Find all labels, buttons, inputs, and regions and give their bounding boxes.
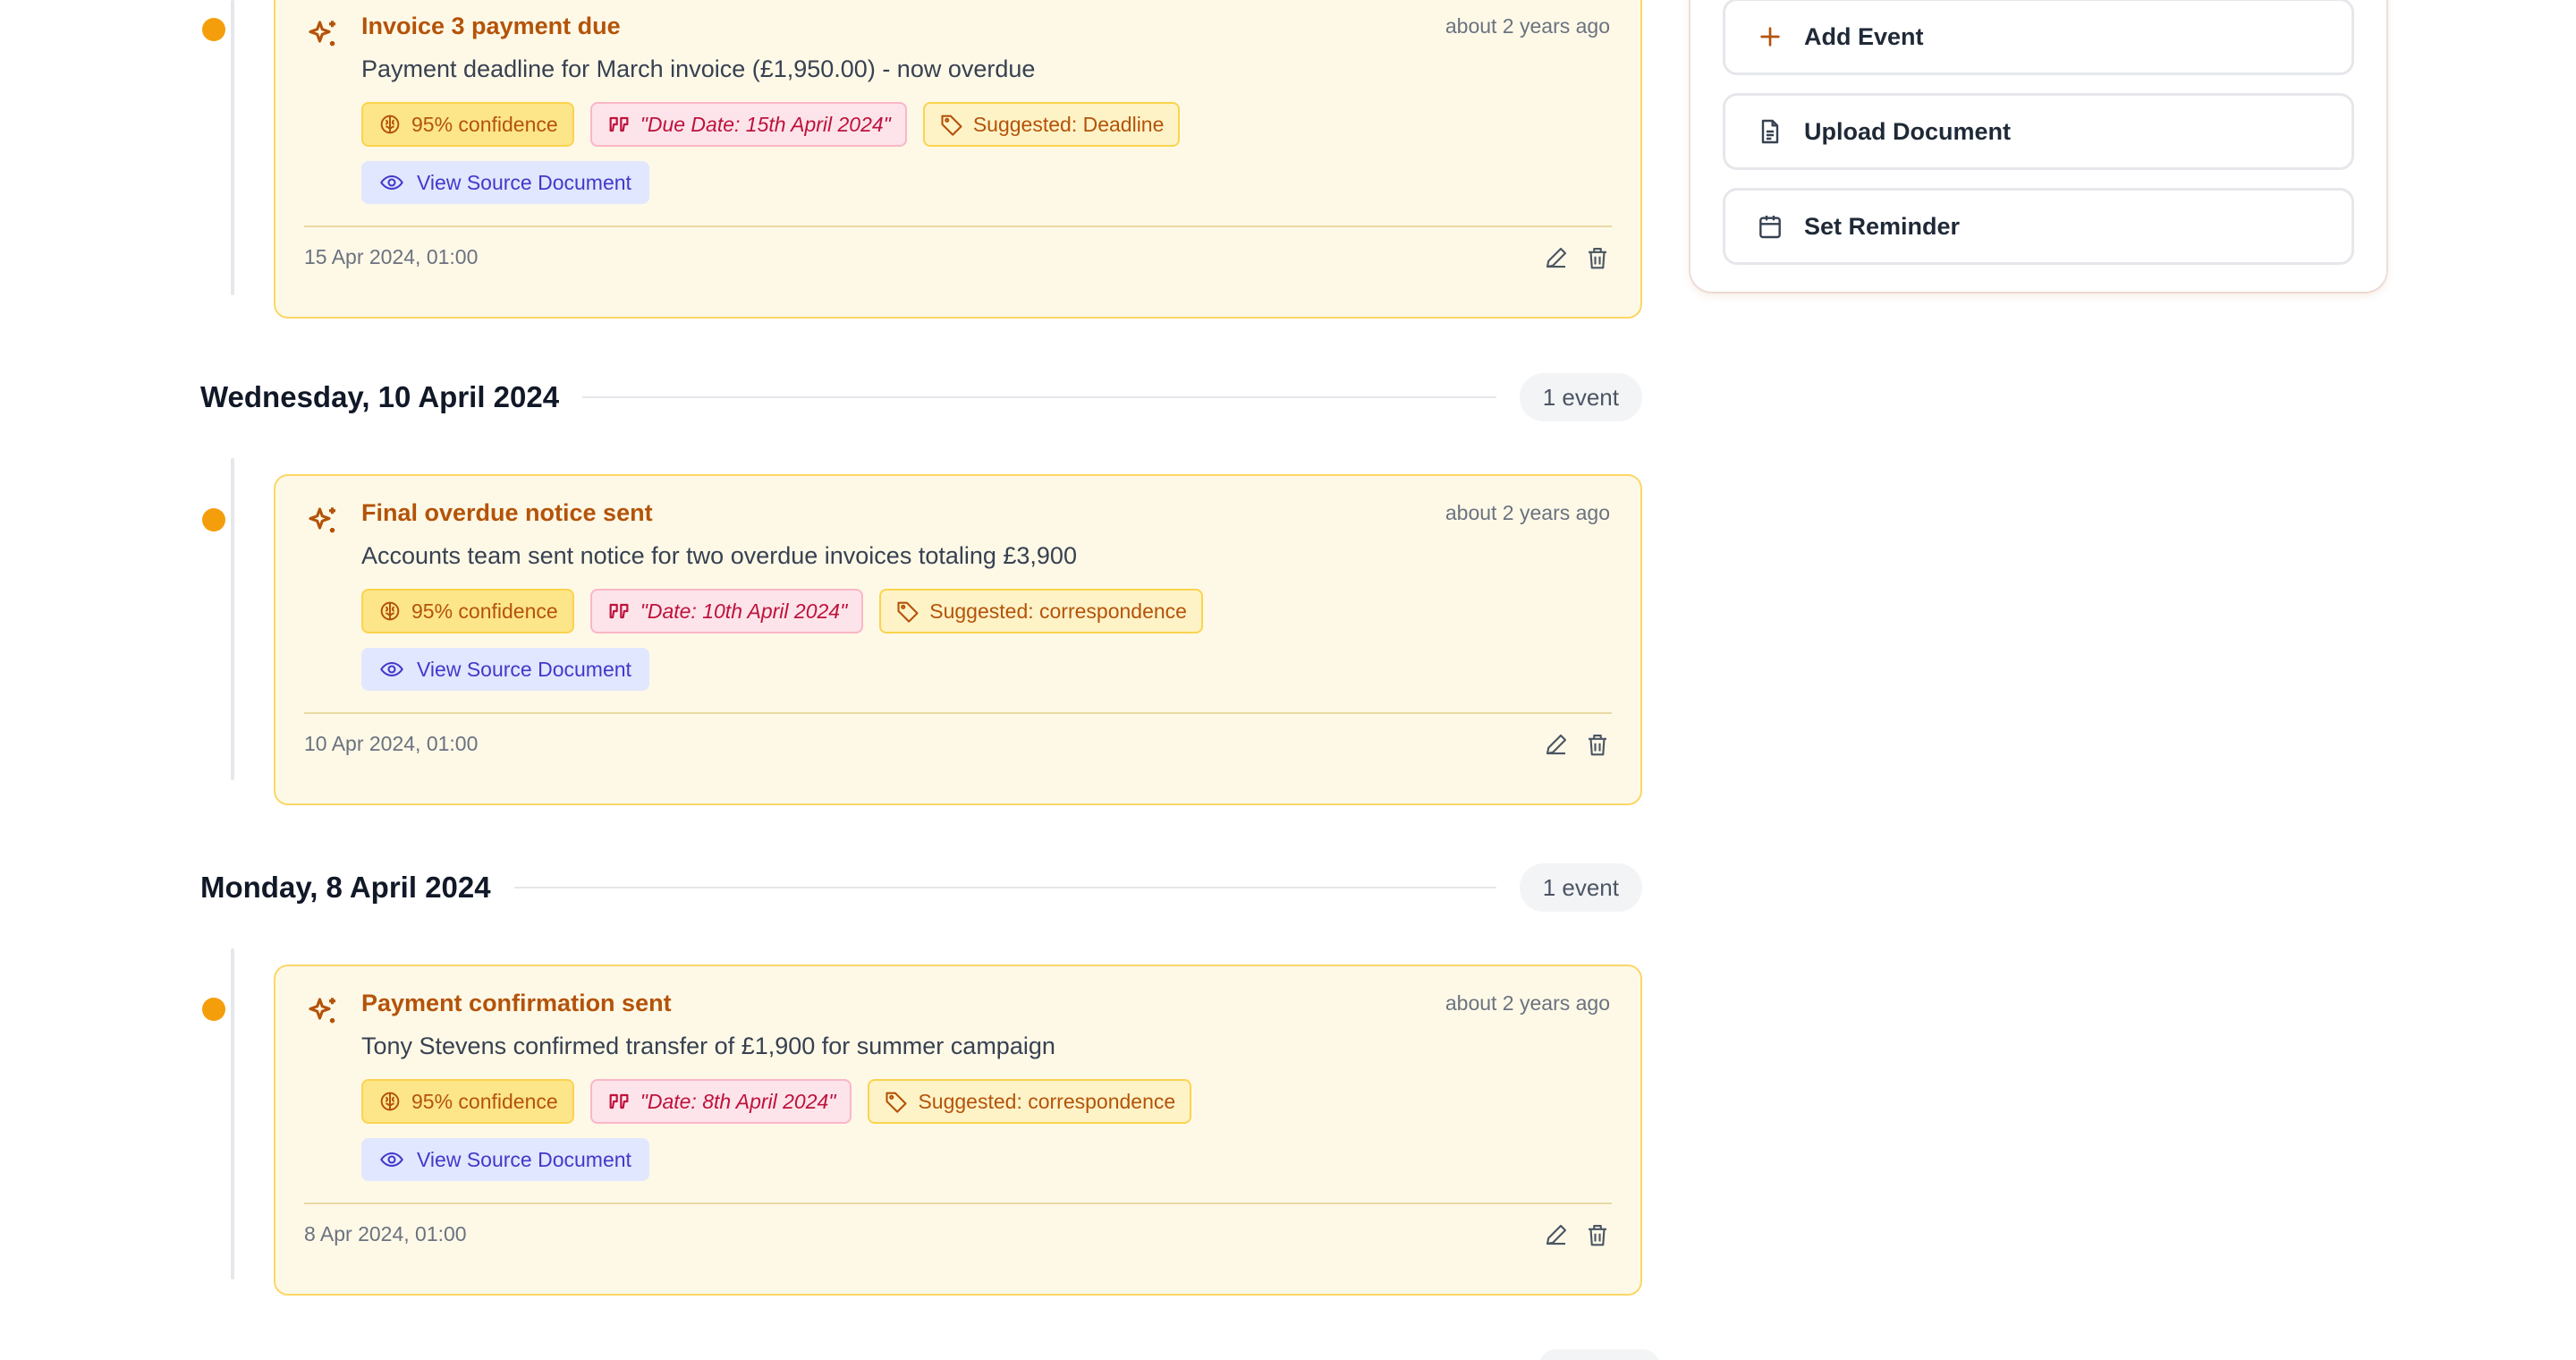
- eye-icon: [380, 1152, 403, 1168]
- confidence-badge: 95% confidence: [361, 102, 574, 147]
- eye-icon: [380, 661, 403, 677]
- event-relative-time: about 2 years ago: [1445, 14, 1610, 38]
- card-actions: [1542, 1220, 1612, 1249]
- sparkles-icon: [309, 998, 335, 1024]
- date-group-title: Wednesday, 10 April 2024: [200, 380, 560, 413]
- tag-icon: [941, 115, 962, 136]
- view-source-label: View Source Document: [417, 170, 631, 194]
- event-card: Payment confirmation sent about 2 years …: [274, 965, 1642, 1296]
- eye-icon: [380, 174, 403, 191]
- trash-icon[interactable]: [1583, 243, 1612, 272]
- confidence-badge: 95% confidence: [361, 589, 574, 633]
- brain-icon: [380, 601, 400, 621]
- document-icon: [1761, 119, 1779, 144]
- suggested-tag-badge[interactable]: Suggested: correspondence: [868, 1079, 1192, 1124]
- quote-icon: [609, 116, 629, 132]
- add-event-label: Add Event: [1804, 22, 1924, 50]
- event-title: Invoice 3 payment due: [361, 13, 621, 39]
- event-title: Payment confirmation sent: [361, 990, 672, 1016]
- card-divider: [304, 712, 1612, 714]
- event-card: Final overdue notice sent about 2 years …: [274, 474, 1642, 805]
- event-count-badge: 1 event: [1519, 863, 1642, 912]
- event-relative-time: about 2 years ago: [1445, 991, 1610, 1015]
- suggested-tag-text: Suggested: correspondence: [929, 599, 1187, 623]
- event-timestamp: 10 Apr 2024, 01:00: [304, 732, 479, 755]
- edit-icon[interactable]: [1542, 730, 1571, 759]
- sparkles-icon: [309, 507, 335, 533]
- event-description: Accounts team sent notice for two overdu…: [361, 542, 1077, 569]
- suggested-tag-text: Suggested: Deadline: [972, 112, 1165, 136]
- source-quote-badge: "Due Date: 15th April 2024": [589, 102, 907, 147]
- date-divider: [513, 887, 1496, 888]
- calendar-icon: [1759, 216, 1781, 239]
- timeline-line: [231, 458, 234, 780]
- suggested-tag-badge[interactable]: Suggested: correspondence: [879, 589, 1203, 633]
- date-group-header: Monday, 8 April 2024 1 event: [200, 859, 1642, 916]
- quote-text: "Date: 8th April 2024": [640, 1089, 836, 1113]
- source-quote-badge: "Date: 10th April 2024": [589, 589, 864, 633]
- view-source-document-button[interactable]: View Source Document: [361, 161, 649, 204]
- confidence-text: 95% confidence: [411, 599, 558, 623]
- edit-icon[interactable]: [1542, 1220, 1571, 1249]
- event-tags: 95% confidence "Date: 10th April 2024" S…: [361, 589, 1203, 633]
- event-count-badge: 1 event: [1519, 373, 1642, 421]
- view-source-document-button[interactable]: View Source Document: [361, 1138, 649, 1181]
- upload-document-label: Upload Document: [1804, 117, 2012, 145]
- quote-icon: [609, 603, 629, 619]
- timeline-line: [231, 0, 234, 295]
- view-source-label: View Source Document: [417, 657, 631, 681]
- date-group-header: Wednesday, 10 April 2024 1 event: [200, 369, 1642, 426]
- tag-icon: [886, 1092, 908, 1113]
- date-group-title: Monday, 8 April 2024: [200, 871, 491, 904]
- confidence-text: 95% confidence: [411, 1089, 558, 1113]
- upload-document-button[interactable]: Upload Document: [1723, 93, 2354, 170]
- date-divider: [582, 396, 1496, 398]
- event-description: Tony Stevens confirmed transfer of £1,90…: [361, 1033, 1055, 1059]
- event-description: Payment deadline for March invoice (£1,9…: [361, 55, 1036, 82]
- source-quote-badge: "Date: 8th April 2024": [589, 1079, 852, 1124]
- edit-icon[interactable]: [1542, 243, 1571, 272]
- quote-text: "Date: 10th April 2024": [640, 599, 848, 623]
- add-event-button[interactable]: Add Event: [1723, 0, 2354, 75]
- suggested-tag-text: Suggested: correspondence: [918, 1089, 1176, 1113]
- brain-icon: [380, 1092, 400, 1111]
- suggested-tag-badge[interactable]: Suggested: Deadline: [922, 102, 1181, 147]
- event-tags: 95% confidence "Date: 8th April 2024" Su…: [361, 1079, 1192, 1124]
- quote-text: "Due Date: 15th April 2024": [640, 112, 891, 136]
- set-reminder-button[interactable]: Set Reminder: [1723, 188, 2354, 265]
- trash-icon[interactable]: [1583, 730, 1612, 759]
- event-relative-time: about 2 years ago: [1445, 501, 1610, 524]
- trash-icon[interactable]: [1583, 1220, 1612, 1249]
- quote-icon: [609, 1093, 629, 1109]
- card-actions: [1542, 730, 1612, 759]
- sparkles-icon: [309, 21, 335, 47]
- timeline-dot: [202, 508, 225, 531]
- event-timestamp: 8 Apr 2024, 01:00: [304, 1222, 467, 1245]
- tag-icon: [897, 601, 919, 623]
- event-title: Final overdue notice sent: [361, 499, 653, 526]
- confidence-text: 95% confidence: [411, 112, 558, 136]
- next-group-badge: [1538, 1349, 1660, 1360]
- view-source-document-button[interactable]: View Source Document: [361, 648, 649, 691]
- set-reminder-label: Set Reminder: [1804, 212, 1961, 240]
- event-timestamp: 15 Apr 2024, 01:00: [304, 245, 479, 268]
- plus-icon: [1760, 27, 1780, 47]
- timeline-dot: [202, 998, 225, 1021]
- card-actions: [1542, 243, 1612, 272]
- quick-actions-panel: Add Event Upload Document Set Reminder: [1690, 0, 2386, 292]
- event-card: Invoice 3 payment due about 2 years ago …: [274, 0, 1642, 319]
- timeline-dot: [202, 18, 225, 41]
- confidence-badge: 95% confidence: [361, 1079, 574, 1124]
- event-tags: 95% confidence "Due Date: 15th April 202…: [361, 102, 1181, 147]
- view-source-label: View Source Document: [417, 1147, 631, 1171]
- card-divider: [304, 225, 1612, 227]
- card-divider: [304, 1203, 1612, 1204]
- timeline-line: [231, 948, 234, 1279]
- brain-icon: [380, 115, 400, 134]
